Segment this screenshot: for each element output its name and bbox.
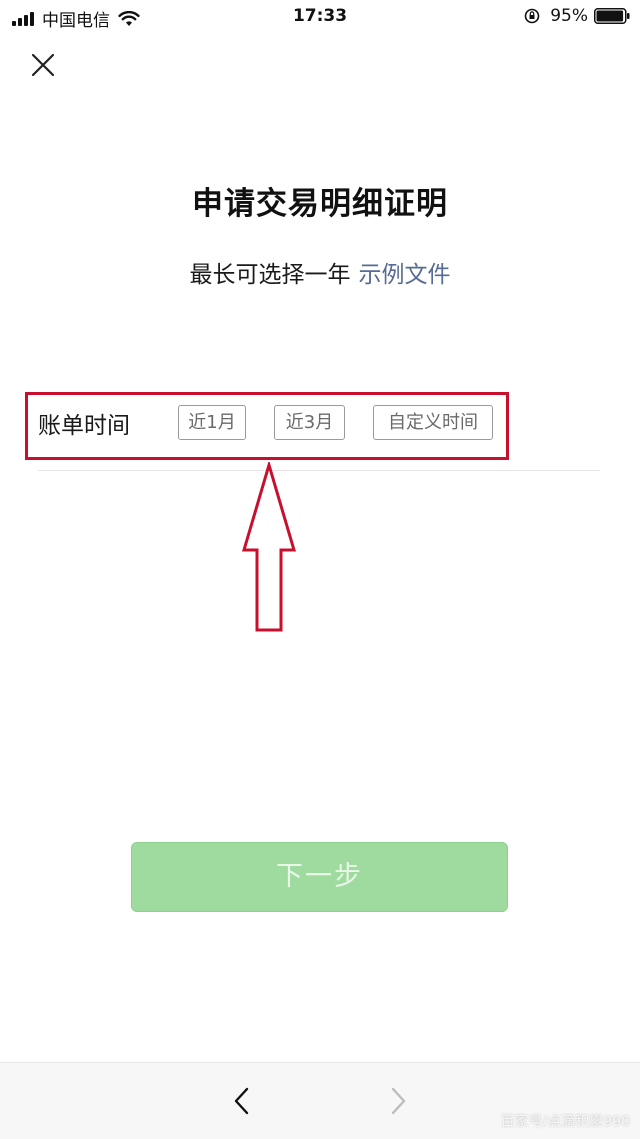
status-right: 95% (524, 6, 630, 26)
chevron-left-icon (234, 1087, 249, 1115)
page-title: 申请交易明细证明 (192, 186, 448, 222)
rotation-lock-icon (524, 8, 540, 24)
subtitle-line: 最长可选择一年 示例文件 (0, 255, 640, 289)
annotation-up-arrow-icon (241, 462, 297, 632)
status-bar: 中国电信 17:33 95% (0, 0, 640, 34)
row-divider (38, 470, 600, 471)
annotation-highlight-box (25, 392, 509, 460)
watermark-text: 百家号/点滴积累990 (500, 1114, 630, 1130)
bottom-nav-bar: 百家号/点滴积累990 (0, 1062, 640, 1139)
close-icon (31, 53, 55, 77)
back-button[interactable] (230, 1085, 254, 1117)
subtitle-text: 最长可选择一年 (189, 262, 351, 288)
next-step-button[interactable]: 下一步 (131, 842, 508, 912)
close-button[interactable] (26, 48, 60, 82)
sample-file-link[interactable]: 示例文件 (359, 262, 451, 288)
forward-button (386, 1085, 410, 1117)
battery-percent: 95% (550, 6, 588, 26)
battery-icon (594, 8, 630, 24)
chevron-right-icon (391, 1087, 406, 1115)
